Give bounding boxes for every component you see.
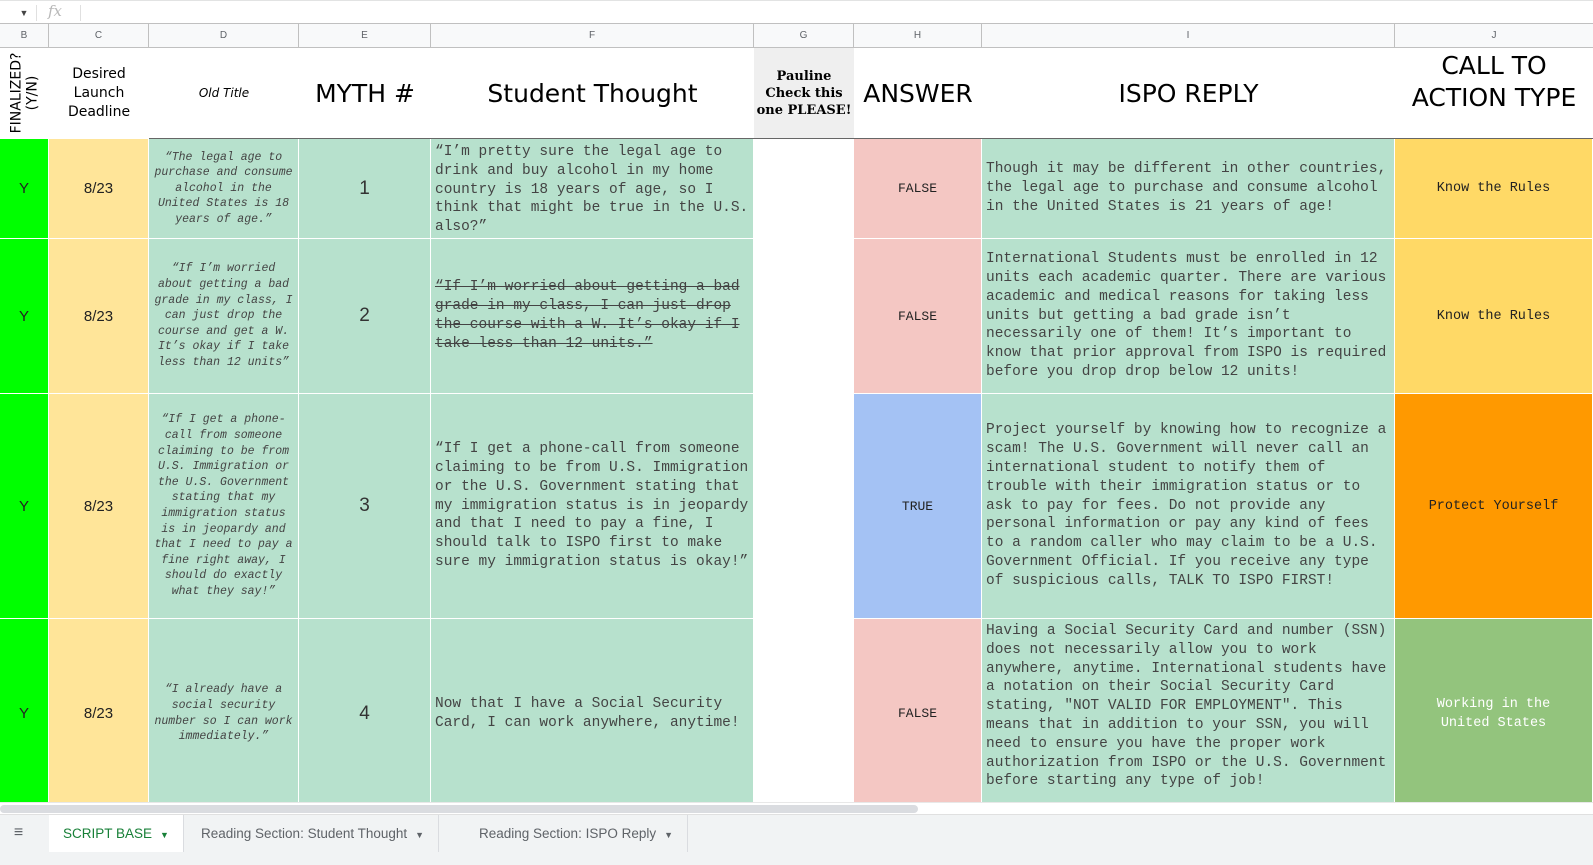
cta-type-cell[interactable]: Know the Rules [1395, 139, 1593, 239]
old-title-cell[interactable]: “The legal age to purchase and consume a… [149, 139, 299, 239]
formula-input[interactable] [84, 3, 1584, 23]
column-header-b[interactable]: B [0, 24, 49, 47]
ispo-reply-cell[interactable]: Project yourself by knowing how to recog… [982, 394, 1395, 619]
ispo-reply-cell[interactable]: Though it may be different in other coun… [982, 139, 1395, 239]
old-title-cell[interactable]: “I already have a social security number… [149, 619, 299, 802]
finalized-cell[interactable]: Y [0, 619, 49, 802]
horizontal-scrollbar[interactable] [0, 802, 1593, 814]
pauline-check-cell[interactable] [754, 239, 854, 394]
formula-bar: ▼ fx [0, 0, 1593, 24]
pauline-check-cell[interactable] [754, 394, 854, 619]
sheet-tab-label: Reading Section: ISPO Reply [479, 826, 657, 841]
myth-number-cell[interactable]: 3 [299, 394, 431, 619]
cta-type-cell[interactable]: Know the Rules [1395, 239, 1593, 394]
spreadsheet-grid: FINALIZED? (Y/N) Desired Launch Deadline… [0, 48, 1593, 802]
old-title-cell[interactable]: “If I get a phone-call from someone clai… [149, 394, 299, 619]
myth-number-cell[interactable]: 2 [299, 239, 431, 394]
divider [36, 5, 37, 21]
caret-down-icon[interactable]: ▼ [160, 830, 169, 840]
myth-number-cell[interactable]: 1 [299, 139, 431, 239]
finalized-cell[interactable]: Y [0, 139, 49, 239]
header-old-title[interactable]: Old Title [149, 48, 299, 138]
answer-cell[interactable]: FALSE [854, 619, 982, 802]
fx-icon: fx [48, 2, 63, 20]
ispo-reply-cell[interactable]: Having a Social Security Card and number… [982, 619, 1395, 802]
ispo-reply-cell[interactable]: International Students must be enrolled … [982, 239, 1395, 394]
deadline-cell[interactable]: 8/23 [49, 239, 149, 394]
caret-down-icon[interactable]: ▼ [415, 830, 424, 840]
column-header-d[interactable]: D [149, 24, 299, 47]
header-answer[interactable]: ANSWER [854, 48, 982, 138]
divider [80, 5, 81, 21]
all-sheets-list-icon[interactable]: ≡ [0, 815, 37, 852]
answer-cell[interactable]: FALSE [854, 239, 982, 394]
sheet-tab-reading-student-thought[interactable]: Reading Section: Student Thought ▼ [187, 815, 440, 852]
student-thought-cell[interactable]: “I’m pretty sure the legal age to drink … [431, 139, 754, 239]
cta-type-cell[interactable]: Working in the United States [1395, 619, 1593, 802]
myth-number-cell[interactable]: 4 [299, 619, 431, 802]
sheet-tab-reading-ispo-reply[interactable]: Reading Section: ISPO Reply ▼ [465, 815, 689, 852]
sheet-tab-label: Reading Section: Student Thought [201, 826, 408, 841]
finalized-cell[interactable]: Y [0, 394, 49, 619]
column-header-c[interactable]: C [49, 24, 149, 47]
header-cta-type[interactable]: CALL TO ACTION TYPE [1395, 48, 1593, 138]
sheet-tab-script-base[interactable]: SCRIPT BASE ▼ [49, 815, 184, 852]
student-thought-cell[interactable]: Now that I have a Social Security Card, … [431, 619, 754, 802]
pauline-check-cell[interactable] [754, 139, 854, 239]
column-header-e[interactable]: E [299, 24, 431, 47]
header-pauline-check[interactable]: Pauline Check this one PLEASE! [754, 48, 854, 138]
deadline-cell[interactable]: 8/23 [49, 619, 149, 802]
header-finalized: FINALIZED? (Y/N) [8, 52, 41, 134]
header-myth-number[interactable]: MYTH # [299, 48, 431, 138]
scrollbar-thumb[interactable] [0, 805, 918, 813]
column-header-f[interactable]: F [431, 24, 754, 47]
pauline-check-cell[interactable] [754, 619, 854, 802]
finalized-cell[interactable]: Y [0, 239, 49, 394]
answer-cell[interactable]: FALSE [854, 139, 982, 239]
deadline-cell[interactable]: 8/23 [49, 139, 149, 239]
answer-cell[interactable]: TRUE [854, 394, 982, 619]
header-student-thought[interactable]: Student Thought [431, 48, 754, 138]
column-header-h[interactable]: H [854, 24, 982, 47]
name-box-dropdown-icon[interactable]: ▼ [14, 5, 34, 21]
deadline-cell[interactable]: 8/23 [49, 394, 149, 619]
column-header-i[interactable]: I [982, 24, 1395, 47]
column-headers: B C D E F G H I J [0, 24, 1593, 48]
sheet-tab-label: SCRIPT BASE [63, 826, 153, 841]
header-deadline[interactable]: Desired Launch Deadline [49, 48, 149, 138]
cta-type-cell[interactable]: Protect Yourself [1395, 394, 1593, 619]
column-header-g[interactable]: G [754, 24, 854, 47]
student-thought-cell[interactable]: “If I’m worried about getting a bad grad… [431, 239, 754, 394]
caret-down-icon[interactable]: ▼ [664, 830, 673, 840]
header-ispo-reply[interactable]: ISPO REPLY [982, 48, 1395, 138]
header-finalized-cell[interactable]: FINALIZED? (Y/N) [0, 48, 49, 138]
column-header-j[interactable]: J [1395, 24, 1593, 47]
old-title-cell[interactable]: “If I’m worried about getting a bad grad… [149, 239, 299, 394]
student-thought-cell[interactable]: “If I get a phone-call from someone clai… [431, 394, 754, 619]
sheet-tab-bar: ≡ SCRIPT BASE ▼ Reading Section: Student … [0, 814, 1593, 865]
